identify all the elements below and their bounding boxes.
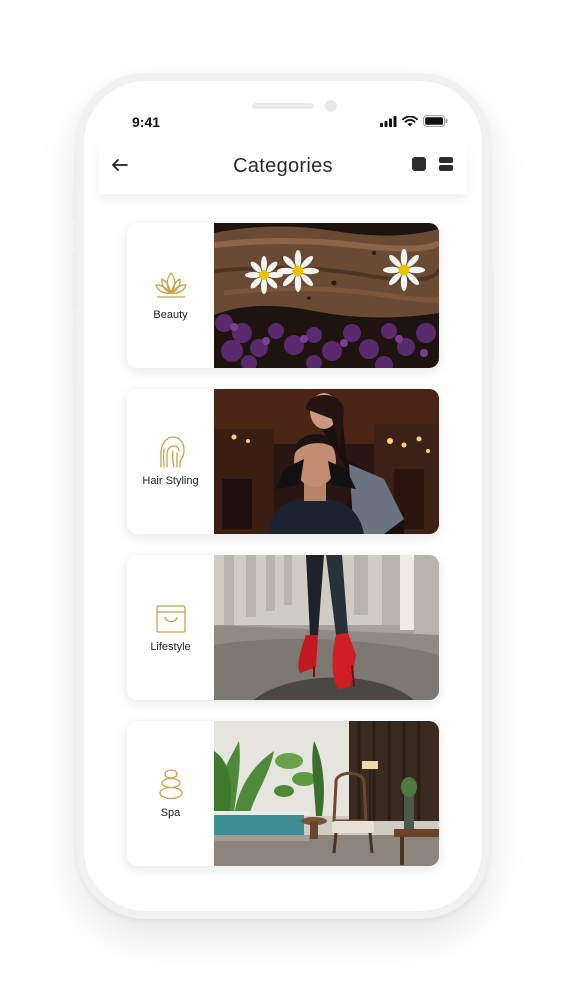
- category-card-info: Hair Styling: [127, 389, 214, 534]
- category-card-info: Spa: [127, 721, 214, 866]
- hair-styling-photo: [214, 389, 439, 534]
- category-card-lifestyle[interactable]: Lifestyle: [127, 555, 439, 700]
- phone-volume-down-button: [72, 327, 78, 385]
- wifi-icon: [402, 115, 418, 126]
- phone-speaker: [252, 103, 314, 109]
- phone-power-button: [488, 270, 494, 362]
- status-time: 9:41: [132, 114, 161, 130]
- category-label: Lifestyle: [150, 641, 191, 653]
- category-card-info: Beauty: [127, 223, 214, 368]
- status-icons: [380, 114, 448, 128]
- category-card-beauty[interactable]: Beauty: [127, 223, 439, 368]
- battery-icon: [423, 115, 448, 127]
- category-card-spa[interactable]: Spa: [127, 721, 439, 866]
- list-view-icon[interactable]: [439, 157, 453, 171]
- shopping-bag-icon: [156, 605, 186, 633]
- phone-mute-switch: [72, 190, 78, 220]
- hair-head-icon: [160, 436, 185, 468]
- category-label: Beauty: [153, 309, 188, 321]
- stacked-stones-icon: [159, 769, 183, 800]
- spa-photo: [214, 721, 439, 866]
- grid-single-view-icon[interactable]: [412, 157, 426, 171]
- app-header: Categories: [99, 140, 467, 194]
- category-label: Hair Styling: [142, 475, 199, 487]
- category-card-info: Lifestyle: [127, 555, 214, 700]
- beauty-photo: [214, 223, 439, 368]
- category-label: Spa: [160, 807, 181, 819]
- screen: 9:41 Categories Beauty Hair Styling Life…: [0, 0, 566, 995]
- cellular-signal-icon: [380, 115, 397, 127]
- lotus-icon: [155, 272, 187, 298]
- lifestyle-photo: [214, 555, 439, 700]
- phone-volume-up-button: [72, 252, 78, 310]
- category-card-hair-styling[interactable]: Hair Styling: [127, 389, 439, 534]
- phone-camera: [325, 100, 337, 112]
